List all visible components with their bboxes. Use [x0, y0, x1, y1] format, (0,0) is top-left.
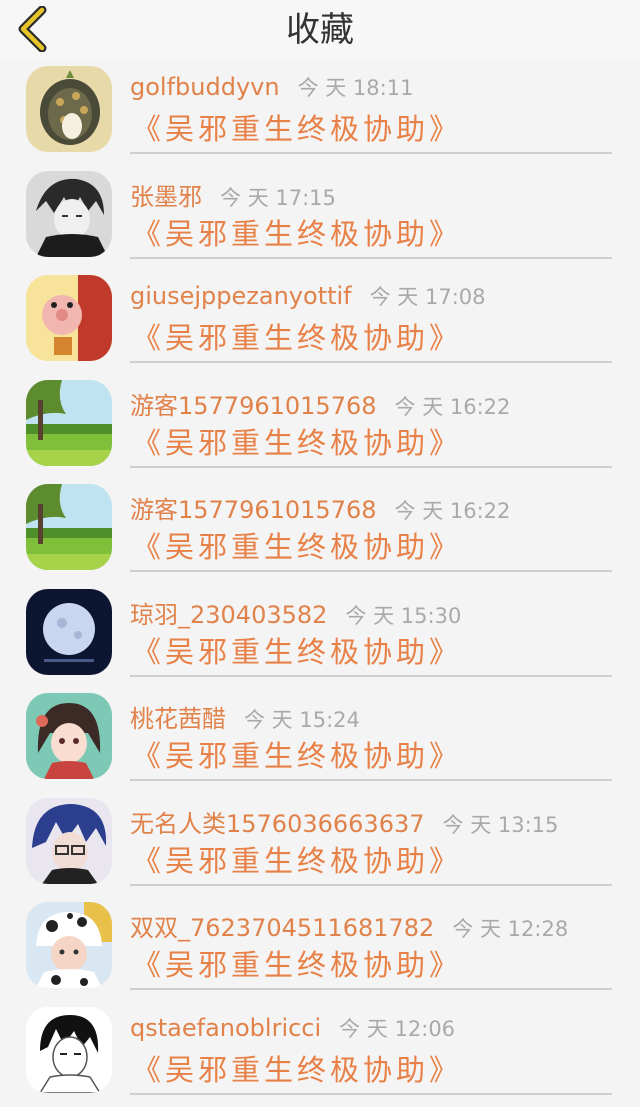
divider: [130, 883, 612, 886]
user-name: 琼羽_230403582: [130, 600, 328, 629]
user-name: 双双_7623704511681782: [130, 914, 435, 942]
timestamp: 今 天 12:28: [452, 917, 569, 941]
user-name: giusejppezanyottif: [130, 282, 352, 310]
baby-cow-hat-avatar[interactable]: [26, 902, 112, 988]
timestamp: 今 天 16:22: [394, 394, 511, 419]
favorite-title: 《吴邪重生终极协助》: [132, 425, 463, 460]
cartoon-pig-avatar[interactable]: [26, 275, 112, 361]
list-item[interactable]: 张墨邪今 天 17:15 《吴邪重生终极协助》: [0, 167, 640, 272]
green-landscape-avatar[interactable]: [26, 379, 112, 466]
user-name: qstaefanoblricci: [130, 1013, 322, 1042]
list-item[interactable]: giusejppezanyottif 今 天 17:08 《吴邪重生终极协助》: [0, 271, 640, 376]
list-item[interactable]: qstaefanoblricci 今 天 12:06 《吴邪重生终极协助》: [0, 1003, 640, 1107]
top-bar: 收藏: [0, 0, 640, 58]
list-item[interactable]: 双双_7623704511681782 今 天 12:28 《吴邪重生终极协助》: [0, 898, 640, 1003]
divider: [130, 465, 612, 468]
timestamp: 今 天 17:08: [369, 285, 486, 309]
moon-night-avatar[interactable]: [26, 588, 112, 675]
anime-boy-grey-avatar[interactable]: [26, 170, 112, 257]
divider: [130, 988, 612, 990]
timestamp: 今 天 15:30: [345, 603, 462, 628]
blue-hair-boy-avatar[interactable]: [26, 797, 112, 884]
user-name: 无名人类1576036663637: [130, 809, 425, 838]
favorite-title: 《吴邪重生终极协助》: [132, 216, 463, 251]
user-name: golfbuddyvn: [130, 73, 280, 101]
page-title: 收藏: [286, 10, 354, 50]
anime-girl-avatar[interactable]: [26, 693, 112, 779]
sketch-boy-avatar[interactable]: [26, 1006, 112, 1093]
favorite-title: 《吴邪重生终极协助》: [132, 112, 463, 146]
favorite-title: 《吴邪重生终极协助》: [132, 1052, 463, 1087]
divider: [130, 674, 612, 677]
divider: [130, 256, 612, 259]
list-item[interactable]: 游客1577961015768 今 天 16:22 《吴邪重生终极协助》: [0, 480, 640, 585]
divider: [130, 361, 612, 363]
favorites-list: golfbuddyvn 今 天 18:11 《吴邪重生终极协助》 张墨邪今 天 1…: [0, 62, 640, 1107]
list-item[interactable]: 无名人类1576036663637 今 天 13:15 《吴邪重生终极协助》: [0, 794, 640, 899]
list-item[interactable]: golfbuddyvn 今 天 18:11 《吴邪重生终极协助》: [0, 62, 640, 167]
user-name: 张墨邪: [130, 182, 202, 211]
favorite-title: 《吴邪重生终极协助》: [132, 843, 463, 878]
user-name: 游客1577961015768: [130, 496, 377, 524]
timestamp: 今 天 16:22: [394, 499, 511, 523]
user-name: 游客1577961015768: [130, 391, 377, 420]
favorite-title: 《吴邪重生终极协助》: [132, 739, 463, 773]
timestamp: 今 天 15:24: [244, 708, 360, 732]
favorite-title: 《吴邪重生终极协助》: [132, 948, 463, 982]
divider: [130, 1092, 612, 1095]
list-item[interactable]: 琼羽_230403582 今 天 15:30 《吴邪重生终极协助》: [0, 585, 640, 690]
green-landscape-avatar[interactable]: [26, 484, 112, 570]
divider: [130, 152, 612, 154]
favorite-title: 《吴邪重生终极协助》: [132, 634, 463, 669]
favorite-title: 《吴邪重生终极协助》: [132, 321, 463, 355]
timestamp: 今 天 17:15: [220, 185, 336, 210]
timestamp: 今 天 18:11: [297, 76, 414, 100]
divider: [130, 779, 612, 781]
user-name: 桃花茜醋: [130, 705, 226, 733]
list-item[interactable]: 游客1577961015768 今 天 16:22 《吴邪重生终极协助》: [0, 376, 640, 481]
rabbit-hole-avatar[interactable]: [26, 66, 112, 152]
favorite-title: 《吴邪重生终极协助》: [132, 530, 463, 564]
timestamp: 今 天 12:06: [339, 1016, 456, 1041]
divider: [130, 570, 612, 572]
timestamp: 今 天 13:15: [442, 812, 559, 837]
list-item[interactable]: 桃花茜醋今 天 15:24 《吴邪重生终极协助》: [0, 689, 640, 794]
